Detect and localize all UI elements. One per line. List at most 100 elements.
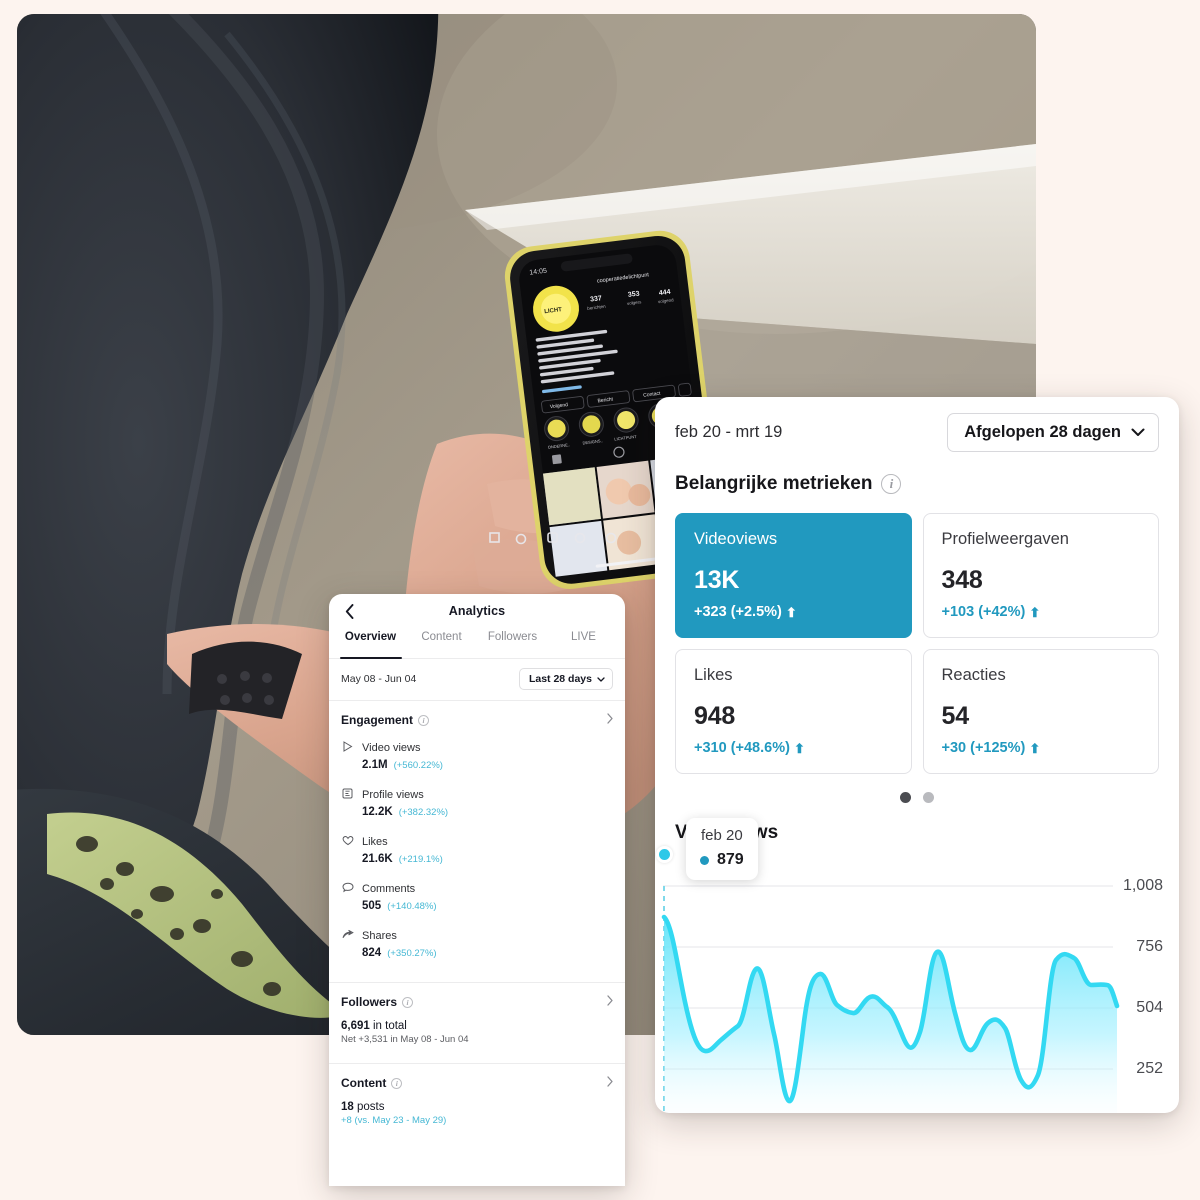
metric-card-delta-text: +30 (+125%) <box>941 740 1026 756</box>
heart-icon <box>341 834 354 847</box>
profile-icon <box>341 787 354 800</box>
metric-card-value: 13K <box>694 566 740 594</box>
metric-value: 505 <box>362 900 382 912</box>
chevron-down-icon <box>1131 423 1145 442</box>
metric-card-delta: +30 (+125%) ⬆ <box>942 740 1141 756</box>
tiktok-tab-bar: Overview Content Followers LIVE <box>329 628 625 659</box>
chart-hover-point <box>656 846 673 863</box>
key-metrics-heading: Belangrijke metrieken <box>675 473 873 494</box>
followers-net-line: Net +3,531 in May 08 - Jun 04 <box>341 1034 469 1045</box>
metric-label: Profile views <box>362 789 424 801</box>
screenshot-root: 14:05 LICHT cooperatiedelichtpunt 337 be… <box>0 0 1200 1200</box>
metric-delta: (+219.1%) <box>398 854 443 865</box>
metric-card-delta-text: +323 (+2.5%) <box>694 604 782 620</box>
content-posts-delta: +8 (vs. May 23 - May 29) <box>341 1115 447 1126</box>
metric-comments: Comments 505 (+140.48%) <box>341 879 613 912</box>
tiktok-analytics-panel: Analytics Overview Content Followers LIV… <box>329 594 625 1186</box>
date-range-label: May 08 - Jun 04 <box>341 673 417 685</box>
metric-value: 824 <box>362 947 382 959</box>
metric-card-value: 948 <box>694 702 736 730</box>
arrow-up-icon: ⬆ <box>1029 740 1041 756</box>
info-icon[interactable]: i <box>391 1077 403 1089</box>
period-selector-label: Afgelopen 28 dagen <box>964 423 1121 441</box>
info-icon[interactable]: i <box>402 996 414 1008</box>
metric-card-value: 54 <box>941 702 970 730</box>
followers-total-value: 6,691 <box>341 1020 370 1032</box>
tab-followers[interactable]: Followers <box>477 628 548 659</box>
chevron-right-icon[interactable] <box>607 713 613 727</box>
metric-card-delta: +310 (+48.6%) ⬆ <box>694 740 893 756</box>
metric-card-delta-text: +103 (+42%) <box>941 604 1026 620</box>
metric-card-label: Profielweergaven <box>941 530 1070 548</box>
metric-video-views: Video views 2.1M (+560.22%) <box>341 738 613 771</box>
chevron-left-icon[interactable] <box>340 601 358 621</box>
pagination-dot-2[interactable] <box>923 792 934 803</box>
y-tick-label-252: 252 <box>1136 1060 1163 1077</box>
content-posts-value: 18 <box>341 1101 354 1113</box>
metric-delta: (+140.48%) <box>387 901 437 912</box>
metric-card-label: Likes <box>694 666 733 684</box>
videoviews-area-chart[interactable] <box>655 854 1179 1113</box>
info-icon[interactable]: i <box>881 474 902 494</box>
panel-title: Analytics <box>448 604 506 618</box>
arrow-up-icon: ⬆ <box>793 740 805 756</box>
period-selector[interactable]: Afgelopen 28 dagen <box>947 413 1159 452</box>
metrics-top-bar: feb 20 - mrt 19 Afgelopen 28 dagen <box>655 397 1179 452</box>
metric-label: Video views <box>362 742 421 754</box>
engagement-heading: Engagement <box>341 713 414 727</box>
metric-card-grid: Videoviews 13K +323 (+2.5%) ⬆ Profielwee… <box>655 495 1179 774</box>
metric-card-profielweergaven[interactable]: Profielweergaven 348 +103 (+42%) ⬆ <box>922 513 1159 638</box>
followers-total-suffix: in total <box>369 1020 407 1032</box>
metric-delta: (+382.32%) <box>398 807 449 818</box>
content-posts-suffix: posts <box>353 1101 385 1113</box>
metric-card-label: Videoviews <box>694 530 778 548</box>
tooltip-value-row: 879 <box>700 851 744 869</box>
y-tick-label-756: 756 <box>1136 938 1163 955</box>
tooltip-series-bullet <box>700 855 709 865</box>
share-icon <box>341 928 354 941</box>
content-posts-row: 18 posts <box>341 1101 613 1113</box>
y-tick-label-504: 504 <box>1136 999 1163 1016</box>
metric-card-likes[interactable]: Likes 948 +310 (+48.6%) ⬆ <box>675 649 912 774</box>
metric-card-delta-text: +310 (+48.6%) <box>694 740 790 756</box>
chart-tooltip: feb 20 879 <box>686 818 758 880</box>
metric-card-videoviews[interactable]: Videoviews 13K +323 (+2.5%) ⬆ <box>675 513 912 638</box>
engagement-heading-row[interactable]: Engagement i <box>341 713 613 727</box>
date-range-selector-label: Last 28 days <box>528 673 592 685</box>
tab-live[interactable]: LIVE <box>548 628 619 659</box>
key-metrics-heading-row: Belangrijke metrieken i <box>655 452 1179 495</box>
date-range-selector[interactable]: Last 28 days <box>518 668 613 690</box>
metric-shares: Shares 824 (+350.27%) <box>341 926 613 959</box>
metrics-panel: feb 20 - mrt 19 Afgelopen 28 dagen Belan… <box>655 397 1179 1113</box>
content-section: Content i 18 posts +8 (vs. May 23 - May … <box>329 1064 625 1132</box>
metric-card-delta: +323 (+2.5%) ⬆ <box>694 604 893 620</box>
chevron-down-icon <box>597 673 605 685</box>
metric-label: Likes <box>362 836 388 848</box>
metric-card-value: 348 <box>941 566 983 594</box>
metric-delta: (+350.27%) <box>387 948 437 959</box>
tiktok-date-row: May 08 - Jun 04 Last 28 days <box>329 659 625 701</box>
tiktok-header: Analytics <box>329 594 625 628</box>
metric-profile-views: Profile views 12.2K (+382.32%) <box>341 785 613 818</box>
chevron-right-icon[interactable] <box>607 1076 613 1090</box>
metric-label: Comments <box>362 883 416 895</box>
chevron-right-icon[interactable] <box>607 995 613 1009</box>
metric-value: 12.2K <box>362 806 393 818</box>
followers-section: Followers i 6,691 in total Net +3,531 in… <box>329 983 625 1051</box>
tab-overview[interactable]: Overview <box>335 628 406 659</box>
carousel-pagination <box>655 774 1179 803</box>
metrics-date-range: feb 20 - mrt 19 <box>675 423 783 441</box>
arrow-up-icon: ⬆ <box>785 604 797 620</box>
metric-card-reacties[interactable]: Reacties 54 +30 (+125%) ⬆ <box>922 649 1159 774</box>
content-heading-row[interactable]: Content i <box>341 1076 613 1090</box>
tab-content[interactable]: Content <box>406 628 477 659</box>
metric-delta: (+560.22%) <box>393 760 443 771</box>
followers-heading-row[interactable]: Followers i <box>341 995 613 1009</box>
tooltip-value: 879 <box>717 851 744 868</box>
pagination-dot-1[interactable] <box>900 792 911 803</box>
content-heading: Content <box>341 1076 387 1090</box>
metric-label: Shares <box>362 930 397 942</box>
info-icon[interactable]: i <box>418 714 430 726</box>
y-tick-label-1008: 1,008 <box>1122 877 1163 894</box>
comment-icon <box>341 881 354 894</box>
